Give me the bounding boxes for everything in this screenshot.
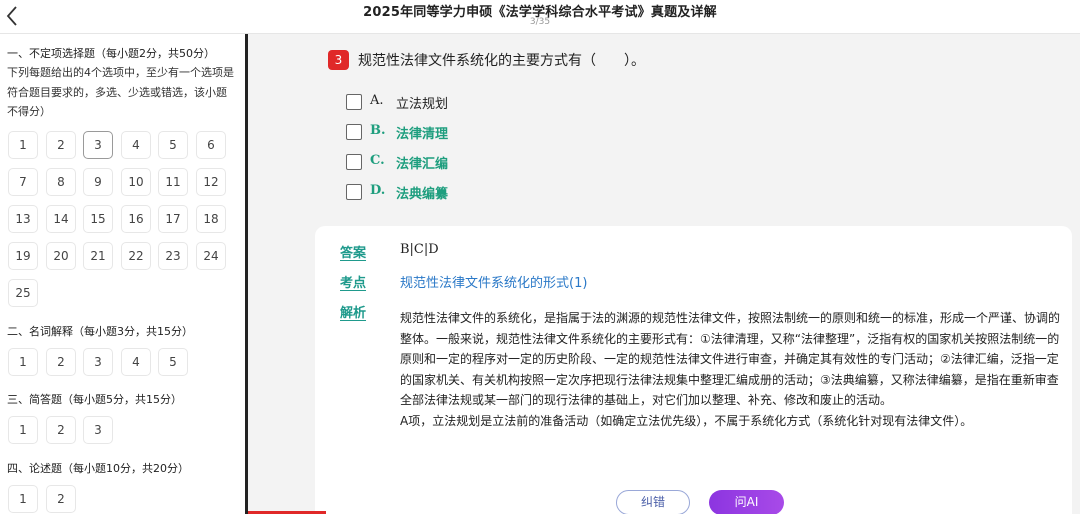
option-key: D. <box>370 183 386 198</box>
option-text: 法律汇编 <box>396 157 449 172</box>
question-button[interactable]: 12 <box>196 168 226 196</box>
analysis-label: 解析 <box>340 306 367 321</box>
answer-label: 答案 <box>340 246 367 261</box>
top-bar: 2025年同等学力申硕《法学学科综合水平考试》真题及详解 3/35 <box>0 0 1080 34</box>
question-button[interactable]: 22 <box>121 242 151 270</box>
question-button[interactable]: 20 <box>46 242 76 270</box>
question-button[interactable]: 24 <box>196 242 226 270</box>
checkbox[interactable] <box>346 124 362 140</box>
analysis-paragraph: A项，立法规划是立法前的准备活动（如确定立法优先级），不属于系统化方式（系统化针… <box>400 413 973 428</box>
checkbox[interactable] <box>346 154 362 170</box>
question-button[interactable]: 1 <box>8 131 38 159</box>
question-navigator: 一、不定项选择题（每小题2分，共50分） 下列每题给出的4个选项中，至少有一个选… <box>0 34 245 514</box>
ask-ai-button[interactable]: 问AI <box>709 490 784 514</box>
answer-card: 答案 B|C|D 考点 规范性法律文件系统化的形式(1) 解析 规范性法律文件的… <box>315 226 1072 514</box>
question-button[interactable]: 11 <box>158 168 188 196</box>
point-label: 考点 <box>340 276 367 291</box>
question-number-badge: 3 <box>328 50 349 70</box>
question-button[interactable]: 9 <box>83 168 113 196</box>
question-button[interactable]: 4 <box>121 348 151 376</box>
checkbox[interactable] <box>346 94 362 110</box>
option-key: B. <box>370 123 386 138</box>
question-button[interactable]: 6 <box>196 131 226 159</box>
question-button[interactable]: 5 <box>158 131 188 159</box>
question-button[interactable]: 17 <box>158 205 188 233</box>
question-button[interactable]: 23 <box>158 242 188 270</box>
question-button[interactable]: 4 <box>121 131 151 159</box>
section-description: 下列每题给出的4个选项中，至少有一个选项是符合题目要求的，多选、少选或错选，该小… <box>7 66 234 118</box>
option-key: A. <box>370 93 384 108</box>
checkbox[interactable] <box>346 184 362 200</box>
question-button[interactable]: 2 <box>46 416 76 444</box>
question-button[interactable]: 1 <box>8 485 38 513</box>
question-button[interactable]: 25 <box>8 279 38 307</box>
option-text: 法典编纂 <box>396 187 449 202</box>
question-button[interactable]: 7 <box>8 168 38 196</box>
question-button[interactable]: 18 <box>196 205 226 233</box>
question-button[interactable]: 3 <box>83 348 113 376</box>
progress-indicator: 3/35 <box>529 17 551 27</box>
section-title: 三、简答题（每小题5分，共15分） <box>7 393 182 406</box>
current-question-button[interactable]: 3 <box>83 131 113 159</box>
answer-value: B|C|D <box>400 242 439 257</box>
option-text: 法律清理 <box>396 127 449 142</box>
question-button[interactable]: 19 <box>8 242 38 270</box>
section-title: 四、论述题（每小题10分，共20分） <box>7 462 189 475</box>
option-text: 立法规划 <box>396 97 449 112</box>
section-title: 一、不定项选择题（每小题2分，共50分） <box>7 47 215 60</box>
question-text: 规范性法律文件系统化的主要方式有（ ）。 <box>358 53 645 69</box>
question-button[interactable]: 2 <box>46 131 76 159</box>
section-title: 二、名词解释（每小题3分，共15分） <box>7 325 193 338</box>
question-panel: 3 规范性法律文件系统化的主要方式有（ ）。 A. 立法规划 B. 法律清理 C… <box>248 34 1080 514</box>
question-button[interactable]: 21 <box>83 242 113 270</box>
analysis-text: 规范性法律文件的系统化，是指属于法的渊源的规范性法律文件，按照法制统一的原则和统… <box>400 308 1062 431</box>
question-button[interactable]: 5 <box>158 348 188 376</box>
question-button[interactable]: 10 <box>121 168 151 196</box>
question-button[interactable]: 2 <box>46 485 76 513</box>
question-button[interactable]: 14 <box>46 205 76 233</box>
question-button[interactable]: 3 <box>83 416 113 444</box>
report-error-button[interactable]: 纠错 <box>616 490 690 514</box>
option-key: C. <box>370 153 385 168</box>
question-button[interactable]: 8 <box>46 168 76 196</box>
question-button[interactable]: 1 <box>8 416 38 444</box>
question-button[interactable]: 1 <box>8 348 38 376</box>
question-button[interactable]: 13 <box>8 205 38 233</box>
analysis-paragraph: 规范性法律文件的系统化，是指属于法的渊源的规范性法律文件，按照法制统一的原则和统… <box>400 311 1061 407</box>
question-button[interactable]: 2 <box>46 348 76 376</box>
point-link[interactable]: 规范性法律文件系统化的形式(1) <box>400 272 587 291</box>
question-button[interactable]: 16 <box>121 205 151 233</box>
question-button[interactable]: 15 <box>83 205 113 233</box>
